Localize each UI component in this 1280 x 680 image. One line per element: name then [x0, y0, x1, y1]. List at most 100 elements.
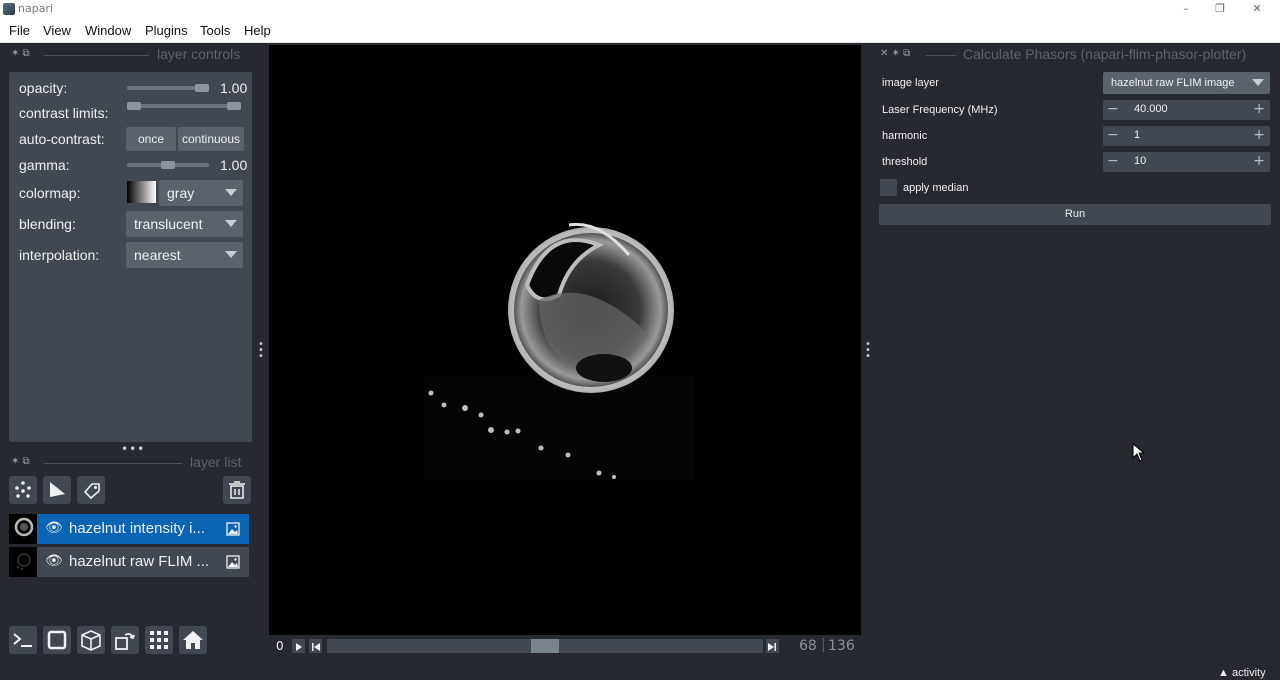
- image-icon: [226, 522, 240, 536]
- step-forward-button[interactable]: [766, 639, 779, 653]
- eye-icon[interactable]: 👁: [45, 520, 63, 536]
- reset-view-button[interactable]: [179, 626, 207, 654]
- toggle-ndisplay-button[interactable]: [43, 626, 71, 654]
- chevron-down-icon: [225, 220, 237, 227]
- minus-icon[interactable]: −: [1107, 153, 1119, 169]
- right-splitter-handle[interactable]: • • •: [865, 340, 871, 362]
- colormap-value: gray: [167, 185, 195, 201]
- dims-slider-track[interactable]: [327, 639, 763, 653]
- menu-tools[interactable]: Tools: [200, 23, 230, 38]
- layer-name[interactable]: hazelnut intensity i...: [69, 520, 217, 537]
- eye-icon[interactable]: 👁: [45, 553, 63, 569]
- colormap-dropdown[interactable]: gray: [159, 180, 243, 206]
- plus-icon[interactable]: +: [1253, 153, 1265, 169]
- roll-dims-button[interactable]: [77, 626, 105, 654]
- auto-contrast-label: auto-contrast:: [19, 131, 105, 147]
- threshold-label: threshold: [882, 156, 928, 168]
- chevron-down-icon: [225, 189, 237, 196]
- layer-thumbnail: [9, 547, 37, 577]
- delete-layer-button[interactable]: [223, 476, 251, 504]
- opacity-value: 1.00: [220, 80, 248, 96]
- dims-separator: |: [821, 637, 826, 653]
- step-back-button[interactable]: [309, 639, 322, 653]
- harmonic-spinbox[interactable]: − 1 +: [1103, 126, 1270, 146]
- threshold-spinbox[interactable]: − 10 +: [1103, 152, 1270, 172]
- points-icon: [15, 481, 31, 498]
- layer-row[interactable]: 👁 hazelnut raw FLIM ...: [9, 547, 249, 577]
- float-dock-icon[interactable]: ✶ ⧉: [11, 456, 30, 467]
- shapes-icon: [50, 482, 65, 497]
- new-shapes-layer-button[interactable]: [43, 476, 71, 504]
- console-button[interactable]: [9, 626, 37, 654]
- interpolation-value: nearest: [134, 247, 181, 263]
- viewer-canvas[interactable]: [269, 45, 861, 635]
- minimize-button[interactable]: –: [1179, 2, 1193, 16]
- menu-help[interactable]: Help: [244, 23, 271, 38]
- menu-plugins[interactable]: Plugins: [145, 23, 188, 38]
- opacity-slider-handle[interactable]: [195, 84, 209, 92]
- auto-contrast-continuous-button[interactable]: continuous: [178, 127, 244, 151]
- dims-slider-handle[interactable]: [531, 639, 559, 653]
- dims-current-value[interactable]: 68: [799, 638, 817, 654]
- contrast-limits-slider[interactable]: [127, 104, 241, 108]
- harmonic-value[interactable]: 1: [1134, 129, 1140, 141]
- caret-up-icon: ▲: [1218, 667, 1229, 679]
- restore-button[interactable]: ❐: [1213, 2, 1227, 16]
- plus-icon[interactable]: +: [1253, 101, 1265, 117]
- activity-button[interactable]: ▲ activity: [1218, 667, 1266, 679]
- grid-view-button[interactable]: [145, 626, 173, 654]
- interpolation-dropdown[interactable]: nearest: [126, 242, 243, 268]
- horizontal-splitter-handle[interactable]: •••: [121, 442, 145, 456]
- mouse-cursor-icon: [1132, 443, 1146, 462]
- image-layer-value: hazelnut raw FLIM image: [1111, 77, 1235, 89]
- run-button[interactable]: Run: [879, 204, 1271, 225]
- threshold-value[interactable]: 10: [1134, 155, 1146, 167]
- layer-list-title: layer list: [190, 454, 242, 470]
- cube-icon: [81, 630, 101, 651]
- laser-frequency-value[interactable]: 40.000: [1134, 103, 1168, 115]
- contrast-min-handle[interactable]: [127, 102, 141, 110]
- menu-file[interactable]: File: [9, 23, 30, 38]
- layer-row[interactable]: 👁 hazelnut intensity i...: [9, 514, 249, 544]
- apply-median-label: apply median: [903, 182, 969, 194]
- grid-icon: [150, 631, 168, 649]
- skip-back-icon: [312, 643, 320, 651]
- menu-view[interactable]: View: [43, 23, 71, 38]
- image-layer-label: image layer: [882, 77, 939, 89]
- play-button[interactable]: [292, 639, 305, 653]
- image-layer-dropdown[interactable]: hazelnut raw FLIM image: [1103, 72, 1270, 94]
- new-labels-layer-button[interactable]: [77, 476, 105, 504]
- colormap-label: colormap:: [19, 185, 81, 201]
- new-points-layer-button[interactable]: [9, 476, 37, 504]
- image-icon: [226, 555, 240, 569]
- gamma-value: 1.00: [220, 157, 248, 173]
- layer-thumbnail: [9, 514, 37, 544]
- dock-divider: [44, 55, 149, 56]
- close-dock-icon[interactable]: ✕ ✶ ⧉: [880, 48, 910, 59]
- float-dock-icon[interactable]: ✶ ⧉: [11, 48, 30, 59]
- auto-contrast-once-button[interactable]: once: [126, 127, 176, 151]
- skip-forward-icon: [768, 643, 776, 651]
- left-splitter-handle[interactable]: • • •: [258, 340, 264, 362]
- layer-controls-title: layer controls: [157, 46, 241, 62]
- transpose-dims-button[interactable]: [111, 626, 139, 654]
- hazelnut-image: [424, 222, 694, 480]
- window-titlebar: napari – ❐ ✕: [0, 0, 1280, 19]
- dock-divider: [926, 55, 956, 56]
- transpose-icon: [115, 633, 135, 650]
- close-button[interactable]: ✕: [1250, 2, 1264, 16]
- dims-slider-bar: 0 68 | 136: [269, 637, 861, 657]
- minus-icon[interactable]: −: [1107, 127, 1119, 143]
- layer-name[interactable]: hazelnut raw FLIM ...: [69, 553, 217, 570]
- laser-frequency-label: Laser Frequency (MHz): [882, 104, 998, 116]
- contrast-max-handle[interactable]: [227, 102, 241, 110]
- home-icon: [183, 631, 203, 649]
- menu-window[interactable]: Window: [85, 23, 131, 38]
- plus-icon[interactable]: +: [1253, 127, 1265, 143]
- window-title: napari: [18, 2, 54, 15]
- blending-dropdown[interactable]: translucent: [126, 211, 243, 237]
- gamma-slider-handle[interactable]: [161, 161, 175, 169]
- apply-median-checkbox[interactable]: [880, 179, 897, 196]
- minus-icon[interactable]: −: [1107, 101, 1119, 117]
- laser-frequency-spinbox[interactable]: − 40.000 +: [1103, 100, 1270, 120]
